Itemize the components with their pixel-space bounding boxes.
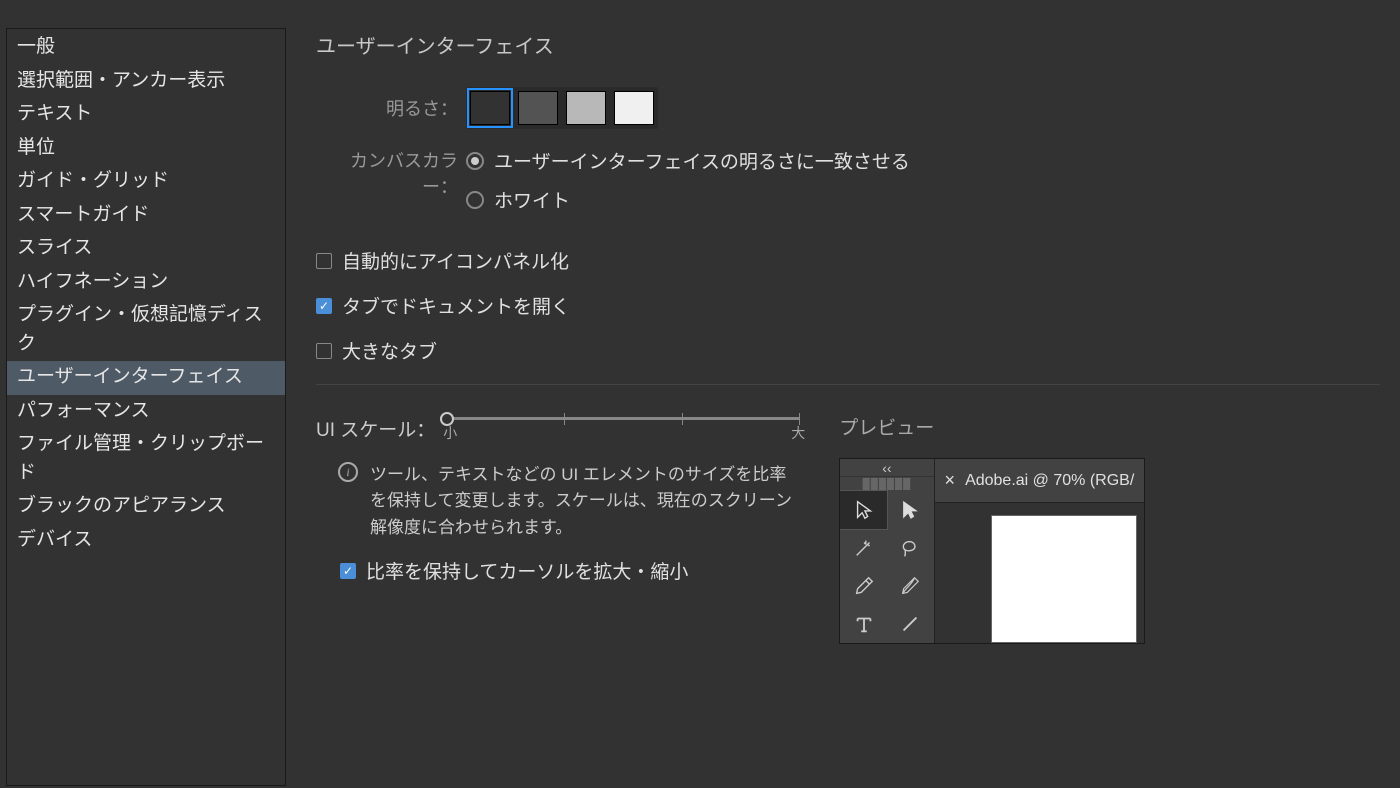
ui-scale-slider[interactable]: 小 大 xyxy=(447,413,799,416)
sidebar-item[interactable]: パフォーマンス xyxy=(7,395,285,429)
pen-tool-icon[interactable] xyxy=(840,567,887,605)
info-icon: i xyxy=(338,462,358,482)
ui-scale-info-text: ツール、テキストなどの UI エレメントのサイズを比率を保持して変更します。スケ… xyxy=(370,462,798,541)
canvas-color-option: ホワイト xyxy=(466,186,910,213)
sidebar-item[interactable]: ブラックのアピアランス xyxy=(7,490,285,524)
magic-wand-tool-icon[interactable] xyxy=(840,529,887,567)
slider-min-label: 小 xyxy=(443,423,457,443)
sidebar-item[interactable]: 単位 xyxy=(7,132,285,166)
preview-column: プレビュー ‹‹ ██████ xyxy=(839,413,1145,644)
tab-open-checkbox[interactable] xyxy=(316,298,332,314)
preserve-cursor-label: 比率を保持してカーソルを拡大・縮小 xyxy=(366,557,688,584)
selection-tool-icon[interactable] xyxy=(840,491,887,529)
section-divider xyxy=(316,384,1380,385)
canvas-color-radio[interactable] xyxy=(466,152,484,170)
large-tabs-label: 大きなタブ xyxy=(342,337,437,364)
collapse-icon[interactable]: ‹‹ xyxy=(840,459,933,477)
preserve-cursor-row: 比率を保持してカーソルを拡大・縮小 xyxy=(340,557,799,584)
canvas-color-radio[interactable] xyxy=(466,191,484,209)
type-tool-icon[interactable] xyxy=(840,605,887,643)
sidebar-item[interactable]: プラグイン・仮想記憶ディスク xyxy=(7,299,285,361)
brightness-swatch[interactable] xyxy=(470,91,510,125)
canvas-color-label: カンバスカラー： xyxy=(316,147,466,199)
preserve-cursor-checkbox[interactable] xyxy=(340,563,356,579)
sidebar-item[interactable]: スライス xyxy=(7,232,285,266)
line-tool-icon[interactable] xyxy=(887,605,934,643)
sidebar-item[interactable]: ガイド・グリッド xyxy=(7,165,285,199)
preview-document-tab[interactable]: × Adobe.ai @ 70% (RGB/ xyxy=(935,459,1145,503)
lasso-tool-icon[interactable] xyxy=(887,529,934,567)
canvas-color-option-label: ユーザーインターフェイスの明るさに一致させる xyxy=(494,147,910,174)
sidebar-item[interactable]: デバイス xyxy=(7,524,285,558)
sidebar-item[interactable]: スマートガイド xyxy=(7,199,285,233)
ui-scale-label: UI スケール： xyxy=(316,413,435,442)
large-tabs-row: 大きなタブ xyxy=(316,337,1380,364)
preview-box: ‹‹ ██████ xyxy=(839,458,1145,644)
sidebar-item[interactable]: 選択範囲・アンカー表示 xyxy=(7,65,285,99)
section-title: ユーザーインターフェイス xyxy=(316,30,1380,59)
preview-tab-label: Adobe.ai @ 70% (RGB/ xyxy=(965,472,1134,490)
brightness-swatches xyxy=(466,87,658,129)
sidebar-item[interactable]: ユーザーインターフェイス xyxy=(7,361,285,395)
sidebar-item[interactable]: ハイフネーション xyxy=(7,266,285,300)
sidebar-item[interactable]: テキスト xyxy=(7,98,285,132)
canvas-color-row: カンバスカラー： ユーザーインターフェイスの明るさに一致させるホワイト xyxy=(316,147,1380,225)
preferences-sidebar: 一般選択範囲・アンカー表示テキスト単位ガイド・グリッドスマートガイドスライスハイ… xyxy=(6,28,286,786)
ui-scale-info-row: i ツール、テキストなどの UI エレメントのサイズを比率を保持して変更します。… xyxy=(338,462,798,541)
sidebar-item[interactable]: ファイル管理・クリップボード xyxy=(7,428,285,490)
canvas-color-option-label: ホワイト xyxy=(494,186,570,213)
ui-scale-row: UI スケール： 小 大 xyxy=(316,413,799,442)
preview-tools-panel: ‹‹ ██████ xyxy=(840,459,934,643)
auto-collapse-checkbox[interactable] xyxy=(316,253,332,269)
close-icon[interactable]: × xyxy=(945,470,956,491)
tab-open-label: タブでドキュメントを開く xyxy=(342,292,570,319)
tab-open-row: タブでドキュメントを開く xyxy=(316,292,1380,319)
canvas-color-options: ユーザーインターフェイスの明るさに一致させるホワイト xyxy=(466,147,910,225)
preview-canvas-area xyxy=(935,503,1145,643)
curvature-tool-icon[interactable] xyxy=(887,567,934,605)
auto-collapse-row: 自動的にアイコンパネル化 xyxy=(316,247,1380,274)
preview-title: プレビュー xyxy=(839,413,1145,440)
preview-canvas xyxy=(991,515,1137,643)
preferences-main: ユーザーインターフェイス 明るさ： カンバスカラー： ユーザーインターフェイスの… xyxy=(286,0,1400,788)
large-tabs-checkbox[interactable] xyxy=(316,343,332,359)
auto-collapse-label: 自動的にアイコンパネル化 xyxy=(342,247,569,274)
brightness-row: 明るさ： xyxy=(316,87,1380,129)
brightness-swatch[interactable] xyxy=(518,91,558,125)
slider-max-label: 大 xyxy=(791,423,805,443)
brightness-swatch[interactable] xyxy=(566,91,606,125)
preview-document-area: × Adobe.ai @ 70% (RGB/ xyxy=(935,459,1145,643)
sidebar-item[interactable]: 一般 xyxy=(7,31,285,65)
direct-selection-tool-icon[interactable] xyxy=(887,491,934,529)
brightness-swatch[interactable] xyxy=(614,91,654,125)
brightness-label: 明るさ： xyxy=(316,95,466,121)
panel-grip-icon: ██████ xyxy=(840,477,933,491)
canvas-color-option: ユーザーインターフェイスの明るさに一致させる xyxy=(466,147,910,174)
